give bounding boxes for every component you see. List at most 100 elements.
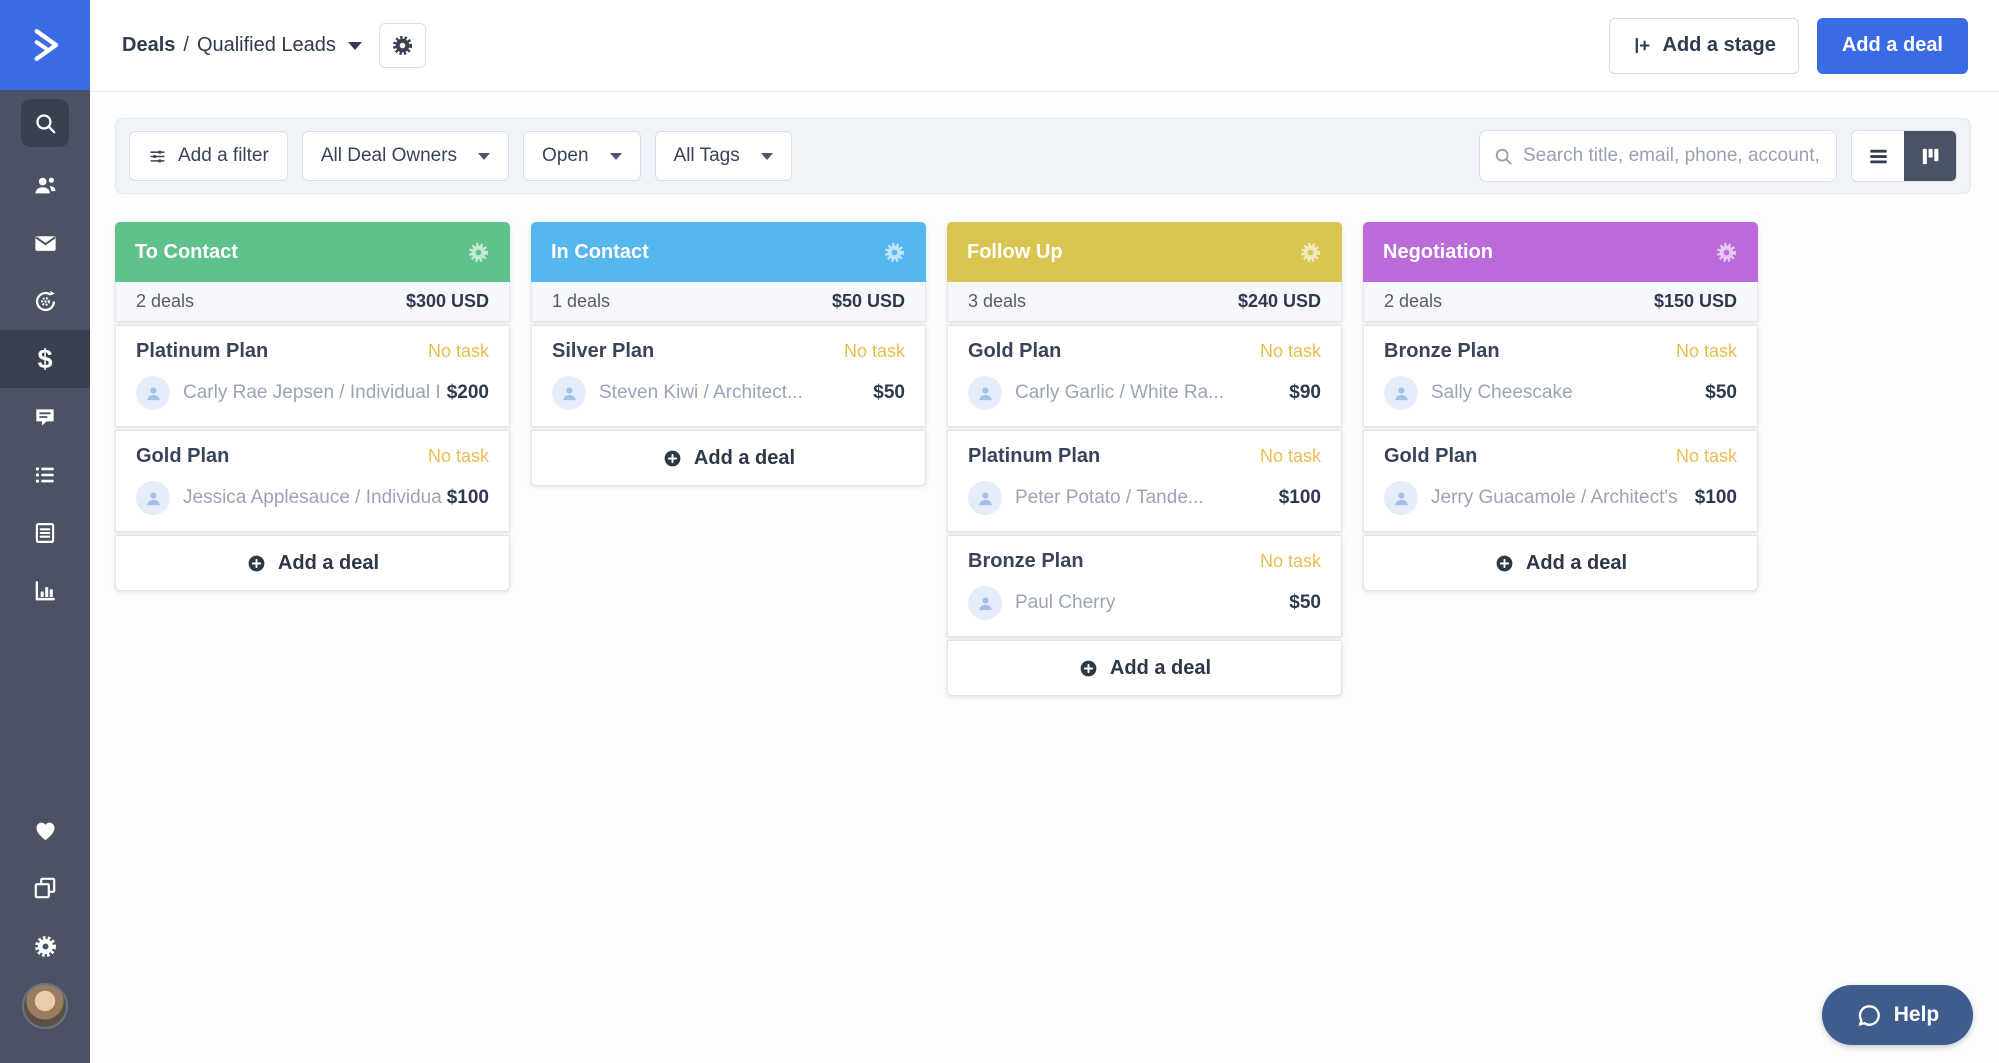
tags-dropdown[interactable]: All Tags bbox=[655, 131, 792, 181]
stage-total: $50 USD bbox=[832, 291, 905, 312]
deal-card[interactable]: Gold Plan No task Jerry Guacamole / Arch… bbox=[1363, 430, 1758, 532]
stage-gear-icon[interactable] bbox=[1715, 241, 1738, 264]
sidebar-item-contacts[interactable] bbox=[0, 156, 90, 214]
activecampaign-logo[interactable] bbox=[0, 0, 90, 90]
search-icon bbox=[21, 99, 69, 147]
sidebar-item-conversations[interactable] bbox=[0, 388, 90, 446]
breadcrumb-section: Deals bbox=[122, 34, 175, 57]
add-deal-row[interactable]: Add a deal bbox=[947, 640, 1342, 696]
gear-icon bbox=[33, 934, 58, 959]
sidebar-item-settings[interactable] bbox=[0, 917, 90, 975]
deal-title: Gold Plan bbox=[968, 340, 1061, 363]
stage-header[interactable]: Follow Up bbox=[947, 222, 1342, 282]
chevron-down-icon bbox=[348, 42, 362, 50]
content: Add a filter All Deal Owners Open All Ta… bbox=[90, 92, 1999, 1063]
deal-value: $100 bbox=[1695, 487, 1737, 509]
deal-title: Bronze Plan bbox=[1384, 340, 1500, 363]
sidebar-bottom bbox=[0, 801, 90, 1063]
add-deal-row[interactable]: Add a deal bbox=[1363, 535, 1758, 591]
chevron-down-icon bbox=[478, 153, 490, 160]
task-status[interactable]: No task bbox=[428, 341, 489, 362]
sidebar-item-apps[interactable] bbox=[0, 859, 90, 917]
deal-card[interactable]: Silver Plan No task Steven Kiwi / Archit… bbox=[531, 325, 926, 427]
stage-header[interactable]: Negotiation bbox=[1363, 222, 1758, 282]
stage-gear-icon[interactable] bbox=[467, 241, 490, 264]
sidebar-item-favorites[interactable] bbox=[0, 801, 90, 859]
sidebar-item-reports[interactable] bbox=[0, 562, 90, 620]
task-status[interactable]: No task bbox=[1260, 446, 1321, 467]
status-label: Open bbox=[542, 145, 588, 167]
search-input[interactable] bbox=[1523, 145, 1823, 167]
stage-column-in-contact: In Contact 1 deals $50 USD Silver Plan N… bbox=[531, 222, 926, 486]
automation-gear-icon bbox=[32, 288, 59, 315]
task-status[interactable]: No task bbox=[1260, 341, 1321, 362]
contact-avatar-icon bbox=[1384, 481, 1418, 515]
deal-title: Gold Plan bbox=[1384, 445, 1477, 468]
stage-header[interactable]: To Contact bbox=[115, 222, 510, 282]
kanban-view-button[interactable] bbox=[1904, 131, 1956, 181]
stage-header[interactable]: In Contact bbox=[531, 222, 926, 282]
add-deal-row[interactable]: Add a deal bbox=[531, 430, 926, 486]
gear-icon bbox=[391, 34, 414, 57]
task-status[interactable]: No task bbox=[1676, 341, 1737, 362]
sidebar-item-campaigns[interactable] bbox=[0, 214, 90, 272]
stage-column-to-contact: To Contact 2 deals $300 USD Platinum Pla… bbox=[115, 222, 510, 591]
deal-title: Gold Plan bbox=[136, 445, 229, 468]
breadcrumb-separator: / bbox=[183, 34, 189, 57]
contact-avatar-icon bbox=[136, 376, 170, 410]
user-avatar[interactable] bbox=[22, 983, 68, 1029]
deal-card[interactable]: Bronze Plan No task Paul Cherry $50 bbox=[947, 535, 1342, 637]
plus-circle-icon bbox=[1078, 658, 1099, 679]
deal-value: $200 bbox=[447, 382, 489, 404]
help-chat-bubble-icon bbox=[1856, 1002, 1883, 1029]
plus-circle-icon bbox=[1494, 553, 1515, 574]
stage-title: In Contact bbox=[551, 241, 649, 264]
deal-card[interactable]: Platinum Plan No task Peter Potato / Tan… bbox=[947, 430, 1342, 532]
add-deal-row[interactable]: Add a deal bbox=[115, 535, 510, 591]
task-status[interactable]: No task bbox=[844, 341, 905, 362]
stage-deal-count: 3 deals bbox=[968, 291, 1026, 312]
stage-deal-count: 2 deals bbox=[1384, 291, 1442, 312]
stage-gear-icon[interactable] bbox=[1299, 241, 1322, 264]
list-view-icon bbox=[1867, 145, 1890, 168]
stage-title: Follow Up bbox=[967, 241, 1063, 264]
sidebar-item-forms[interactable] bbox=[0, 504, 90, 562]
deal-card[interactable]: Platinum Plan No task Carly Rae Jepsen /… bbox=[115, 325, 510, 427]
pipeline-settings-button[interactable] bbox=[379, 23, 426, 68]
stage-title: To Contact bbox=[135, 241, 238, 264]
deal-card[interactable]: Bronze Plan No task Sally Cheescake $50 bbox=[1363, 325, 1758, 427]
topbar: Deals / Qualified Leads Add a stage Add … bbox=[90, 0, 1999, 92]
breadcrumb[interactable]: Deals / Qualified Leads bbox=[122, 34, 362, 57]
add-stage-button[interactable]: Add a stage bbox=[1609, 18, 1799, 74]
task-status[interactable]: No task bbox=[1260, 551, 1321, 572]
add-deal-label: Add a deal bbox=[1526, 552, 1627, 575]
deal-contact: Peter Potato / Tande... bbox=[1015, 487, 1279, 509]
sidebar-item-search[interactable] bbox=[0, 90, 90, 156]
deal-card[interactable]: Gold Plan No task Jessica Applesauce / I… bbox=[115, 430, 510, 532]
deal-title: Platinum Plan bbox=[968, 445, 1100, 468]
stage-stats: 1 deals $50 USD bbox=[531, 282, 926, 322]
breadcrumb-current: Qualified Leads bbox=[197, 34, 336, 57]
add-deal-button[interactable]: Add a deal bbox=[1817, 18, 1968, 74]
dollar-icon: $ bbox=[37, 344, 52, 375]
stage-title: Negotiation bbox=[1383, 241, 1493, 264]
deal-card[interactable]: Gold Plan No task Carly Garlic / White R… bbox=[947, 325, 1342, 427]
sidebar-item-lists[interactable] bbox=[0, 446, 90, 504]
task-status[interactable]: No task bbox=[1676, 446, 1737, 467]
deal-contact: Carly Rae Jepsen / Individual I bbox=[183, 382, 447, 404]
add-deal-label: Add a deal bbox=[1110, 657, 1211, 680]
deal-owners-dropdown[interactable]: All Deal Owners bbox=[302, 131, 509, 181]
contact-avatar-icon bbox=[136, 481, 170, 515]
kanban-view-icon bbox=[1919, 145, 1942, 168]
deal-contact: Paul Cherry bbox=[1015, 592, 1289, 614]
add-filter-button[interactable]: Add a filter bbox=[129, 131, 288, 181]
plus-circle-icon bbox=[662, 448, 683, 469]
sidebar-item-deals[interactable]: $ bbox=[0, 330, 90, 388]
add-filter-label: Add a filter bbox=[178, 145, 269, 167]
help-button[interactable]: Help bbox=[1822, 985, 1973, 1045]
sidebar-item-automations[interactable] bbox=[0, 272, 90, 330]
list-view-button[interactable] bbox=[1852, 131, 1904, 181]
task-status[interactable]: No task bbox=[428, 446, 489, 467]
status-dropdown[interactable]: Open bbox=[523, 131, 640, 181]
stage-gear-icon[interactable] bbox=[883, 241, 906, 264]
